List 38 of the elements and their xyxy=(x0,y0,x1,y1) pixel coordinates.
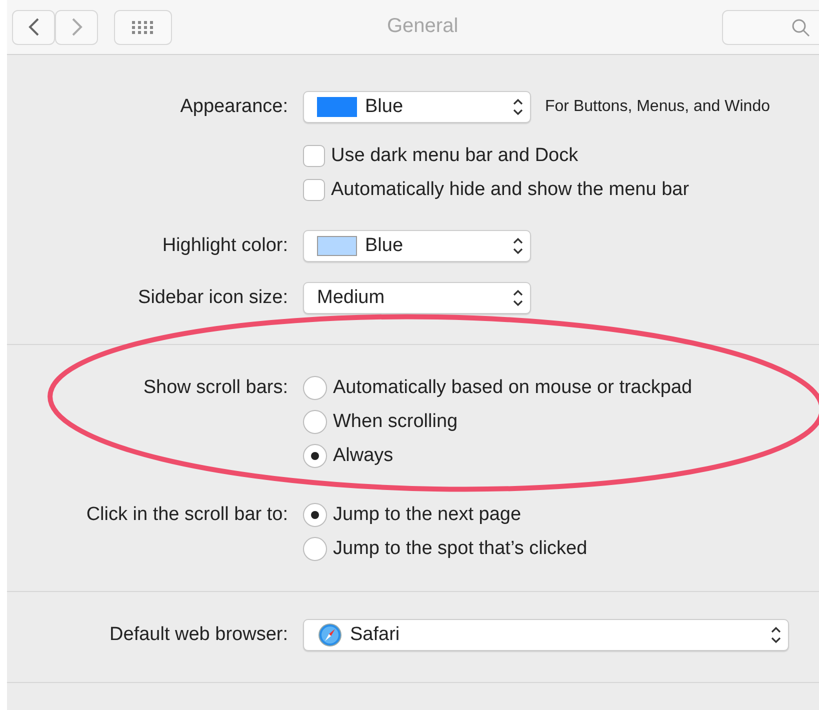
appearance-note: For Buttons, Menus, and Windo xyxy=(545,98,770,116)
checkbox-option[interactable]: Automatically hide and show the menu bar xyxy=(303,179,690,201)
radio-button[interactable] xyxy=(303,537,327,561)
show-all-button[interactable] xyxy=(114,10,172,44)
updown-arrows-icon xyxy=(512,236,524,256)
appearance-label: Appearance: xyxy=(179,96,289,118)
window-title: General xyxy=(387,15,458,38)
grid-icon xyxy=(131,20,155,34)
radio-button[interactable] xyxy=(303,376,327,400)
default-browser-popup[interactable]: Safari xyxy=(303,619,789,651)
search-icon xyxy=(791,18,811,38)
search-field[interactable] xyxy=(722,10,819,45)
radio-button[interactable] xyxy=(303,503,327,527)
radio-option[interactable]: Automatically based on mouse or trackpad xyxy=(303,376,692,400)
chevron-right-icon xyxy=(70,17,84,37)
checkbox[interactable] xyxy=(303,179,325,201)
scroll-bars-label: Show scroll bars: xyxy=(142,377,289,399)
updown-arrows-icon xyxy=(770,625,782,645)
radio-option[interactable]: Always xyxy=(303,444,394,468)
appearance-popup[interactable]: Blue xyxy=(303,91,531,123)
back-button[interactable] xyxy=(12,10,55,44)
radio-option[interactable]: Jump to the next page xyxy=(303,503,522,527)
updown-arrows-icon xyxy=(512,97,524,117)
chevron-left-icon xyxy=(26,17,40,37)
radio-button[interactable] xyxy=(303,410,327,434)
checkbox[interactable] xyxy=(303,145,325,167)
radio-option[interactable]: Jump to the spot that’s clicked xyxy=(303,537,588,561)
checkbox-option[interactable]: Use dark menu bar and Dock xyxy=(303,145,578,167)
highlight-color-popup[interactable]: Blue xyxy=(303,230,531,262)
radio-button[interactable] xyxy=(303,444,327,468)
sidebar-icon-size-label: Sidebar icon size: xyxy=(137,287,289,309)
sidebar-icon-size-popup[interactable]: Medium xyxy=(303,282,531,314)
highlight-color-label: Highlight color: xyxy=(161,235,289,257)
updown-arrows-icon xyxy=(512,288,524,308)
click-scroll-bar-label: Click in the scroll bar to: xyxy=(85,504,289,526)
compass-icon xyxy=(318,623,342,647)
radio-option[interactable]: When scrolling xyxy=(303,410,458,434)
default-browser-label: Default web browser: xyxy=(108,624,289,646)
